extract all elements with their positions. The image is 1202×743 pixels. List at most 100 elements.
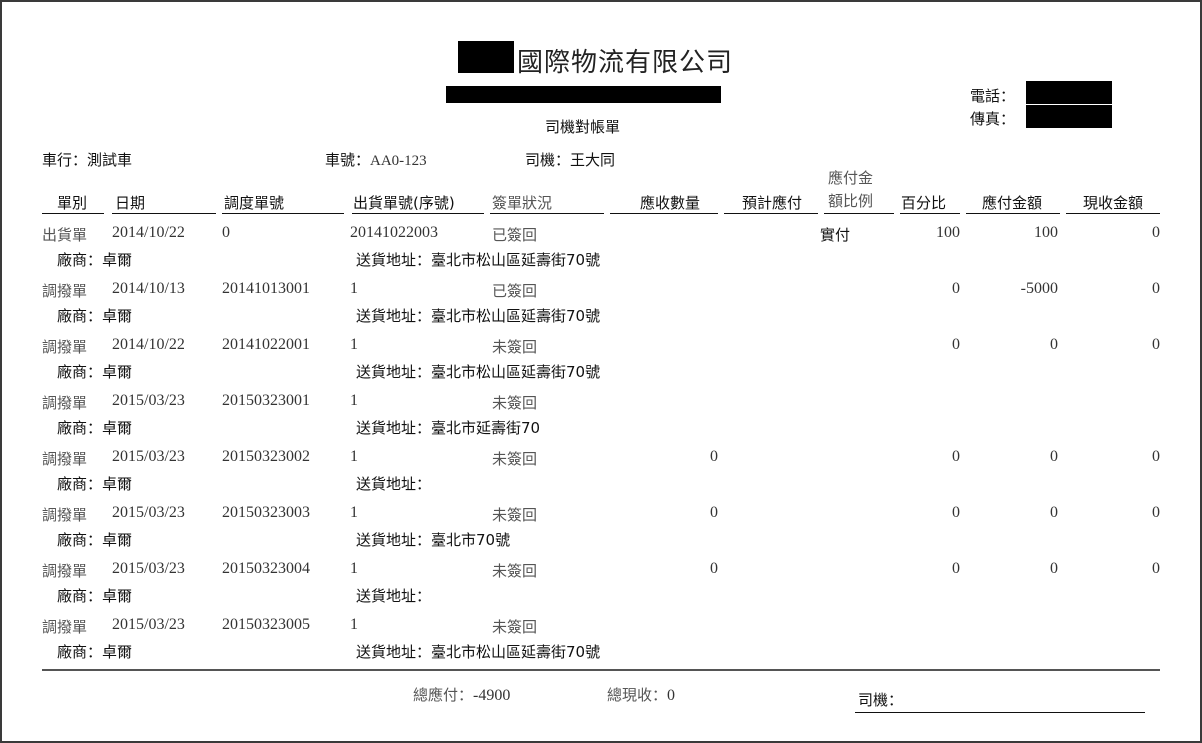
cell-address: 送貨地址：臺北市延壽街70 [356, 419, 541, 437]
total-cash: 總現收：0 [607, 684, 675, 705]
cell-date: 2014/10/22 [112, 224, 185, 241]
redacted-phone [1026, 81, 1112, 104]
cell-cash: 0 [1152, 560, 1160, 577]
cell-date: 2014/10/22 [112, 336, 185, 353]
cell-type: 調撥單 [42, 338, 88, 356]
cell-vendor: 廠商：卓爾 [57, 307, 133, 325]
header-underline [824, 213, 894, 214]
cell-vendor: 廠商：卓爾 [57, 643, 133, 661]
cell-vendor: 廠商：卓爾 [57, 531, 133, 549]
cell-vendor: 廠商：卓爾 [57, 475, 133, 493]
phone-label: 電話： [970, 87, 1016, 105]
cell-type: 調撥單 [42, 394, 88, 412]
cell-ship: 1 [350, 392, 358, 409]
cell-pay: 0 [1050, 560, 1058, 577]
cell-ship: 1 [350, 560, 358, 577]
cell-date: 2015/03/23 [112, 560, 185, 577]
company-name: 國際物流有限公司 [517, 48, 734, 78]
total-cash-value: 0 [667, 687, 676, 704]
cell-date: 2015/03/23 [112, 448, 185, 465]
cell-dispatch: 20150323001 [222, 392, 310, 409]
cell-address: 送貨地址： [356, 587, 432, 605]
col-est-pay: 預計應付 [742, 194, 803, 212]
cell-status: 未簽回 [492, 618, 538, 636]
cell-ship: 1 [350, 336, 358, 353]
total-cash-label: 總現收： [607, 686, 668, 704]
cell-status: 未簽回 [492, 450, 538, 468]
col-type: 單別 [57, 194, 88, 212]
cell-percent: 0 [952, 280, 960, 297]
cell-vendor: 廠商：卓爾 [57, 419, 133, 437]
cell-date: 2015/03/23 [112, 616, 185, 633]
plate-value: AA0-123 [370, 153, 427, 169]
cell-vendor: 廠商：卓爾 [57, 251, 133, 269]
cell-pay: 0 [1050, 336, 1058, 353]
cell-type: 調撥單 [42, 450, 88, 468]
cell-address: 送貨地址：臺北市松山區延壽街70號 [356, 363, 601, 381]
total-pay: 總應付：-4900 [413, 684, 510, 705]
cell-percent: 0 [952, 504, 960, 521]
header-underline [490, 213, 604, 214]
cell-ratio: 實付 [820, 226, 851, 244]
redacted-company-prefix [458, 41, 514, 73]
cell-percent: 100 [936, 224, 960, 241]
cell-qty: 0 [710, 448, 718, 465]
cell-type: 調撥單 [42, 618, 88, 636]
driver-info: 司機：王大同 [525, 151, 616, 169]
cell-percent: 0 [952, 560, 960, 577]
carrier-info: 車行：測試車 [42, 151, 133, 169]
cell-status: 未簽回 [492, 338, 538, 356]
plate-label: 車號： [325, 151, 371, 169]
cell-percent: 0 [952, 336, 960, 353]
cell-status: 已簽回 [492, 226, 538, 244]
cell-address: 送貨地址：臺北市70號 [356, 531, 511, 549]
cell-pay: 100 [1034, 224, 1058, 241]
cell-dispatch: 20150323004 [222, 560, 310, 577]
cell-cash: 0 [1152, 504, 1160, 521]
cell-status: 已簽回 [492, 282, 538, 300]
cell-status: 未簽回 [492, 506, 538, 524]
cell-status: 未簽回 [492, 562, 538, 580]
cell-cash: 0 [1152, 448, 1160, 465]
cell-date: 2014/10/13 [112, 280, 185, 297]
header-underline [966, 213, 1060, 214]
redacted-address [446, 86, 721, 103]
cell-ship: 1 [350, 448, 358, 465]
cell-type: 調撥單 [42, 562, 88, 580]
cell-percent: 0 [952, 448, 960, 465]
col-pay-ratio-line2: 額比例 [828, 192, 874, 210]
driver-sign-line [855, 712, 1145, 713]
cell-address: 送貨地址： [356, 475, 432, 493]
cell-vendor: 廠商：卓爾 [57, 587, 133, 605]
cell-ship: 20141022003 [350, 224, 438, 241]
col-ship-no: 出貨單號(序號) [353, 194, 455, 212]
table-bottom-rule [42, 669, 1160, 671]
plate-info: 車號：AA0-123 [325, 149, 427, 170]
cell-address: 送貨地址：臺北市松山區延壽街70號 [356, 251, 601, 269]
cell-dispatch: 0 [222, 224, 230, 241]
header-underline [900, 213, 960, 214]
cell-dispatch: 20150323003 [222, 504, 310, 521]
cell-date: 2015/03/23 [112, 392, 185, 409]
cell-dispatch: 20141013001 [222, 280, 310, 297]
col-dispatch-no: 調度單號 [224, 194, 285, 212]
cell-cash: 0 [1152, 336, 1160, 353]
cell-status: 未簽回 [492, 394, 538, 412]
header-underline [222, 213, 344, 214]
cell-cash: 0 [1152, 280, 1160, 297]
cell-type: 調撥單 [42, 282, 88, 300]
header-underline [724, 213, 818, 214]
cell-type: 出貨單 [42, 226, 88, 244]
header-underline [112, 213, 216, 214]
cell-address: 送貨地址：臺北市松山區延壽街70號 [356, 643, 601, 661]
cell-cash: 0 [1152, 224, 1160, 241]
cell-address: 送貨地址：臺北市松山區延壽街70號 [356, 307, 601, 325]
col-cash-amount: 現收金額 [1083, 194, 1144, 212]
cell-pay: 0 [1050, 504, 1058, 521]
cell-pay: -5000 [1020, 280, 1058, 297]
cell-ship: 1 [350, 280, 358, 297]
header-underline [352, 213, 484, 214]
col-sign-status: 簽單狀況 [492, 194, 553, 212]
header-underline [1066, 213, 1160, 214]
header-underline [42, 213, 104, 214]
